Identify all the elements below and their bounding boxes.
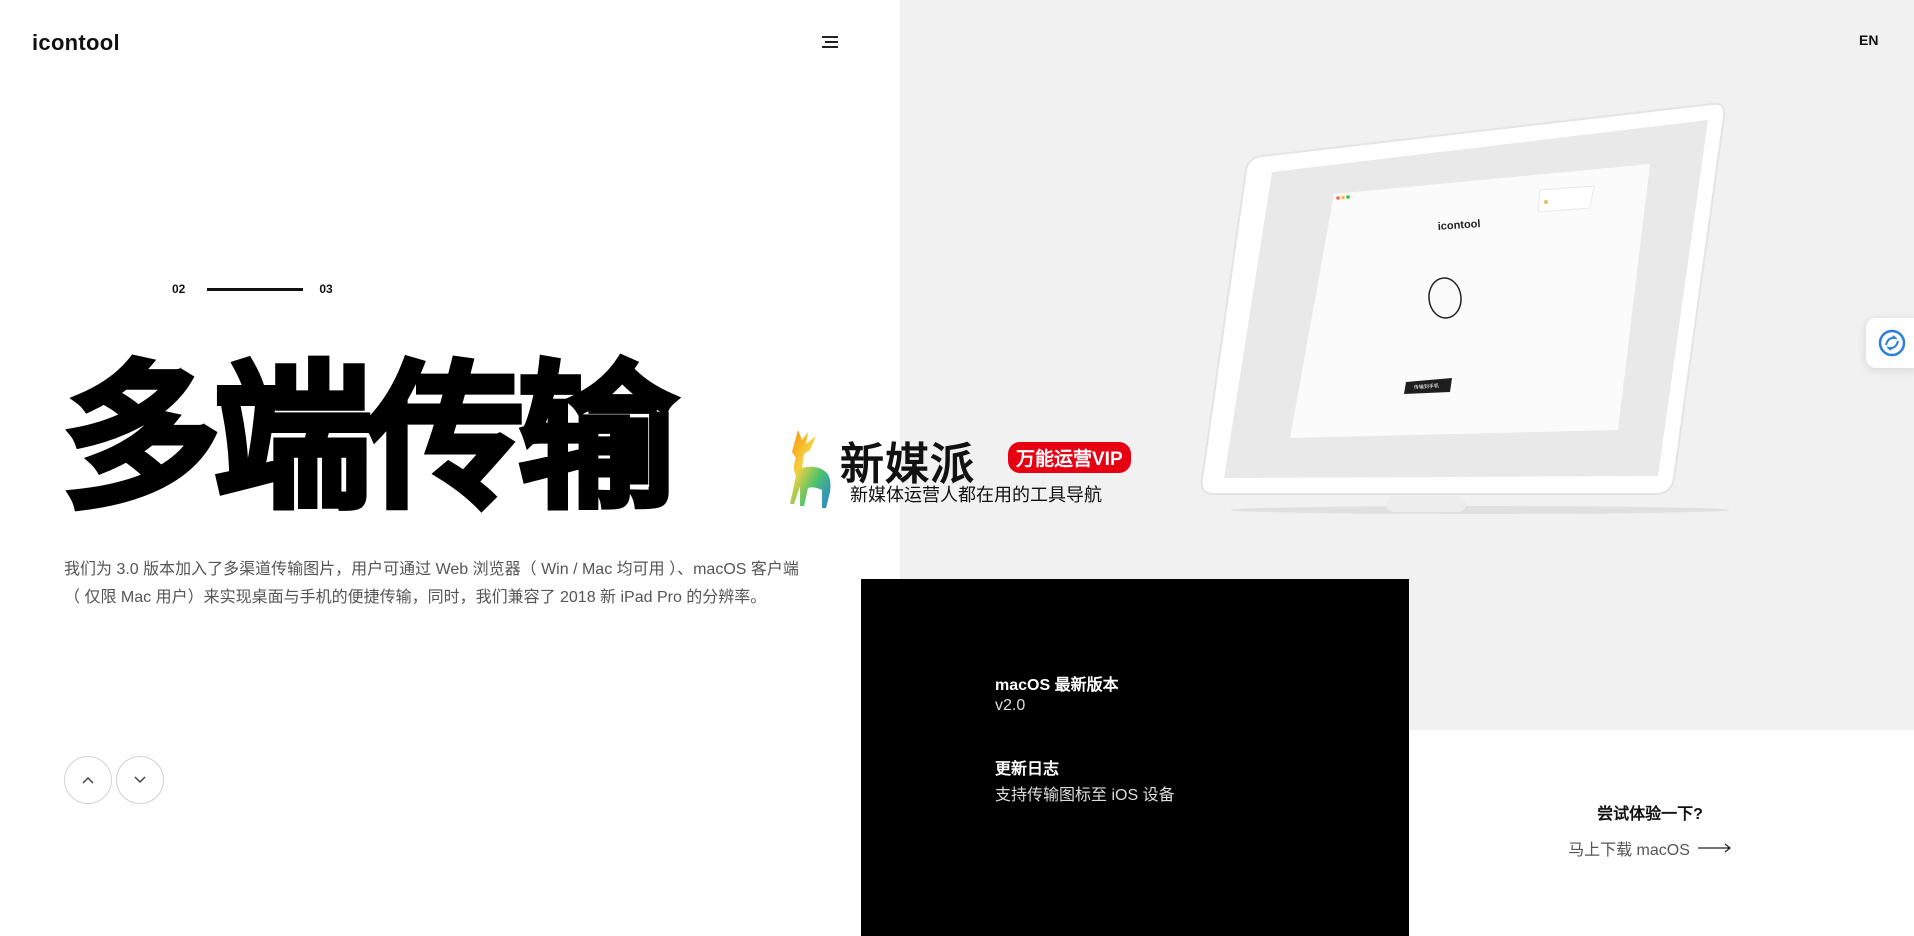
slide-pager: 02 03 [172,282,333,296]
hero-headline: 多端传输 [60,347,679,531]
pager-next: 03 [319,282,333,296]
version-value: v2.0 [995,697,1026,714]
prev-slide-button[interactable] [64,756,112,804]
site-logo[interactable]: icontool [32,30,120,56]
deer-logo-icon [790,430,831,508]
menu-icon[interactable] [818,36,838,50]
download-link-label: 马上下载 macOS [1568,842,1690,859]
watermark-badge: 万能运营VIP [1008,442,1131,473]
floating-translate-button[interactable] [1866,318,1914,368]
next-slide-button[interactable] [116,756,164,804]
changelog-heading: 更新日志 [995,761,1060,778]
pager-current: 02 [172,282,186,296]
changelog-value: 支持传输图标至 iOS 设备 [995,787,1175,804]
arrow-right-icon [1697,843,1731,853]
watermark-overlay: 新媒派 万能运营VIP 新媒体运营人都在用的工具导航 [782,428,1134,510]
version-heading: macOS 最新版本 [995,677,1119,694]
slide-nav [64,756,164,804]
download-macos-link[interactable]: 马上下载 macOS [1568,836,1732,860]
language-switch[interactable]: EN [1859,32,1878,48]
translate-icon [1878,329,1906,357]
pager-progress-bar [207,287,304,291]
watermark-subtitle: 新媒体运营人都在用的工具导航 [850,485,1102,505]
chevron-up-icon [82,776,94,784]
try-section: 尝试体验一下? 马上下载 macOS [1500,800,1800,860]
hero-description: 我们为 3.0 版本加入了多渠道传输图片，用户可通过 Web 浏览器（ Win … [64,561,799,606]
release-panel: macOS 最新版本 v2.0 更新日志 支持传输图标至 iOS 设备 [861,579,1409,936]
try-heading: 尝试体验一下? [1597,806,1703,823]
device-mockup: icontool 传输到手机 [1190,98,1890,533]
chevron-down-icon [134,776,146,784]
